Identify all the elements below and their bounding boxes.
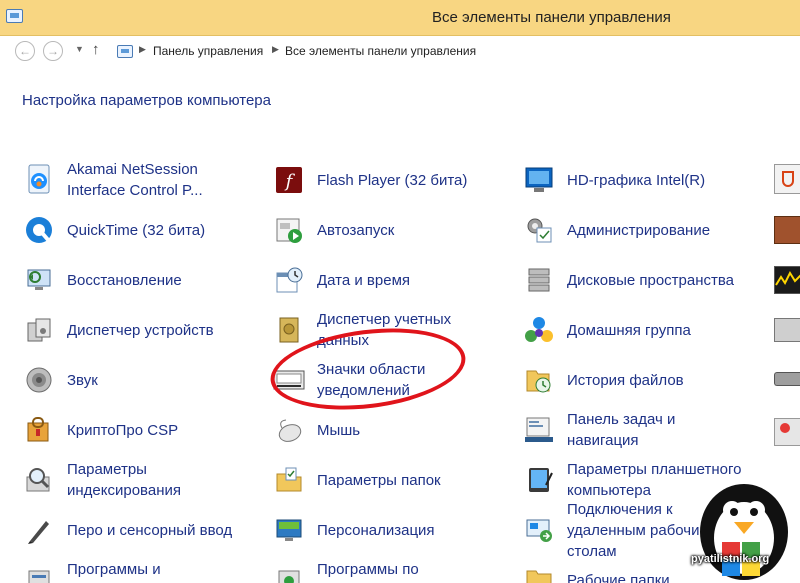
storage-spaces-icon: [522, 263, 556, 297]
item-default-programs[interactable]: Программы по умолчанию: [272, 558, 497, 583]
up-arrow-icon[interactable]: ↑: [92, 41, 100, 58]
mouse-icon: [272, 413, 306, 447]
item-file-history[interactable]: История файлов: [522, 358, 684, 402]
item-label: HD-графика Intel(R): [567, 171, 706, 189]
item-akamai[interactable]: Akamai NetSession Interface Control P...: [22, 158, 247, 202]
item-label: История файлов: [567, 371, 684, 389]
speaker-icon: [22, 363, 56, 397]
autorun-icon: [272, 213, 306, 247]
item-storage-spaces[interactable]: Дисковые пространства: [522, 258, 734, 302]
item-label: Параметры индексирования: [67, 461, 181, 499]
partial-firewall-icon[interactable]: [774, 216, 800, 244]
vault-icon: [272, 313, 306, 347]
remote-desktop-icon: [522, 513, 556, 547]
indexing-icon: [22, 463, 56, 497]
recent-locations-chevron-icon[interactable]: ▼: [75, 44, 84, 54]
item-label: Панель задач и навигация: [567, 411, 676, 449]
item-label: Akamai NetSession Interface Control P...: [67, 161, 203, 199]
device-manager-icon: [22, 313, 56, 347]
item-label: Flash Player (32 бита): [317, 171, 468, 189]
item-hd-graphics[interactable]: HD-графика Intel(R): [522, 158, 705, 202]
item-label: Мышь: [317, 421, 361, 439]
homegroup-icon: [522, 313, 556, 347]
item-indexing[interactable]: Параметры индексирования: [22, 458, 247, 502]
item-flash[interactable]: f Flash Player (32 бита): [272, 158, 467, 202]
calendar-clock-icon: [272, 263, 306, 297]
work-folders-icon: [522, 563, 556, 583]
back-button[interactable]: ←: [15, 41, 35, 61]
item-folder-options[interactable]: Параметры папок: [272, 458, 441, 502]
item-taskbar[interactable]: Панель задач и навигация: [522, 408, 747, 452]
admin-tools-icon: [522, 213, 556, 247]
partial-performance-icon[interactable]: [774, 266, 800, 294]
item-sound[interactable]: Звук: [22, 358, 98, 402]
breadcrumb-separator-icon[interactable]: ▶: [272, 44, 279, 55]
watermark-text: pyatilistnik.org: [691, 553, 770, 565]
item-pen-touch[interactable]: Перо и сенсорный ввод: [22, 508, 232, 552]
item-label: Программы по умолчанию: [317, 561, 419, 583]
intel-graphics-icon: [522, 163, 556, 197]
partial-keyboard-icon[interactable]: [774, 372, 800, 386]
item-label: Персонализация: [317, 521, 435, 539]
personalization-icon: [272, 513, 306, 547]
quicktime-icon: [22, 213, 56, 247]
item-label: Дисковые пространства: [567, 271, 735, 289]
item-device-manager[interactable]: Диспетчер устройств: [22, 308, 214, 352]
item-autorun[interactable]: Автозапуск: [272, 208, 394, 252]
item-label: QuickTime (32 бита): [67, 221, 206, 239]
item-homegroup[interactable]: Домашняя группа: [522, 308, 691, 352]
breadcrumb-separator-icon[interactable]: ▶: [139, 44, 146, 55]
item-label: Параметры папок: [317, 471, 441, 489]
breadcrumb-control-panel[interactable]: Панель управления: [153, 44, 263, 58]
page-title: Настройка параметров компьютера: [22, 92, 271, 109]
taskbar-icon: [522, 413, 556, 447]
cryptopro-icon: [22, 413, 56, 447]
programs-icon: [22, 563, 56, 583]
item-label: Программы и компоненты: [67, 561, 161, 583]
folder-options-icon: [272, 463, 306, 497]
address-bar: ← → ▼ ↑ ▶ Панель управления ▶ Все элемен…: [0, 36, 800, 66]
window-title: Все элементы панели управления: [432, 9, 671, 26]
item-work-folders[interactable]: Рабочие папки: [522, 558, 670, 583]
partial-network-icon[interactable]: [774, 318, 800, 342]
item-label: Автозапуск: [317, 221, 395, 239]
item-quicktime[interactable]: QuickTime (32 бита): [22, 208, 205, 252]
akamai-icon: [22, 163, 56, 197]
item-label: Перо и сенсорный ввод: [67, 521, 233, 539]
pen-icon: [22, 513, 56, 547]
item-mouse[interactable]: Мышь: [272, 408, 360, 452]
file-history-icon: [522, 363, 556, 397]
item-label: Дата и время: [317, 271, 411, 289]
recovery-icon: [22, 263, 56, 297]
item-programs[interactable]: Программы и компоненты: [22, 558, 247, 583]
forward-button[interactable]: →: [43, 41, 63, 61]
partial-java-icon[interactable]: [774, 164, 800, 194]
title-bar: Все элементы панели управления: [0, 0, 800, 36]
partial-user-accounts-icon[interactable]: [774, 418, 800, 446]
item-label: Администрирование: [567, 221, 711, 239]
control-panel-icon: [6, 9, 23, 23]
tablet-icon: [522, 463, 556, 497]
item-label: Домашняя группа: [567, 321, 691, 339]
item-admin[interactable]: Администрирование: [522, 208, 710, 252]
penguin-logo: [688, 472, 800, 583]
item-label: КриптоПро CSP: [67, 421, 179, 439]
item-label: Рабочие папки: [567, 571, 670, 583]
flash-icon: f: [272, 163, 306, 197]
item-cryptopro[interactable]: КриптоПро CSP: [22, 408, 178, 452]
default-programs-icon: [272, 563, 306, 583]
item-label: Диспетчер устройств: [67, 321, 214, 339]
breadcrumb-all-items[interactable]: Все элементы панели управления: [285, 44, 476, 58]
item-label: Звук: [67, 371, 98, 389]
item-personalization[interactable]: Персонализация: [272, 508, 435, 552]
item-label: Восстановление: [67, 271, 182, 289]
item-datetime[interactable]: Дата и время: [272, 258, 410, 302]
control-panel-crumb-icon: [117, 45, 133, 58]
item-recovery[interactable]: Восстановление: [22, 258, 182, 302]
